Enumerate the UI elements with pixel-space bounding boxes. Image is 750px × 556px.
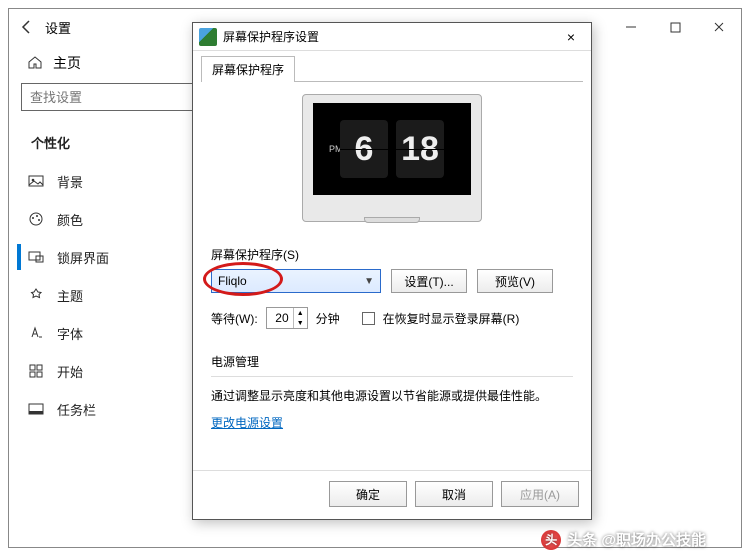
taskbar-icon bbox=[27, 400, 45, 418]
ok-button[interactable]: 确定 bbox=[329, 481, 407, 507]
palette-icon bbox=[27, 210, 45, 228]
start-icon bbox=[27, 362, 45, 380]
sidebar-item-label: 任务栏 bbox=[57, 400, 96, 419]
saver-preview-button[interactable]: 预览(V) bbox=[477, 269, 553, 293]
saver-combo-value: Fliqlo bbox=[218, 274, 247, 288]
power-settings-link[interactable]: 更改电源设置 bbox=[211, 414, 283, 431]
cancel-button[interactable]: 取消 bbox=[415, 481, 493, 507]
sidebar-item-label: 颜色 bbox=[57, 210, 83, 229]
resume-label: 在恢复时显示登录屏幕(R) bbox=[383, 310, 520, 327]
monitor-preview: PM 6 18 bbox=[302, 94, 482, 222]
close-button[interactable] bbox=[697, 9, 741, 45]
dialog-app-icon bbox=[199, 28, 217, 46]
font-icon bbox=[27, 324, 45, 342]
chevron-down-icon: ▼ bbox=[364, 276, 374, 287]
power-group: 电源管理 通过调整显示亮度和其他电源设置以节省能源或提供最佳性能。 更改电源设置 bbox=[211, 347, 573, 431]
saver-combobox[interactable]: Fliqlo ▼ bbox=[211, 269, 381, 293]
close-icon bbox=[713, 21, 725, 33]
power-title: 电源管理 bbox=[211, 353, 573, 370]
saver-group: 屏幕保护程序(S) Fliqlo ▼ 设置(T)... 预览(V) 等待(W):… bbox=[211, 246, 573, 329]
minimize-icon bbox=[625, 21, 637, 33]
saver-group-label: 屏幕保护程序(S) bbox=[211, 246, 573, 263]
dialog-titlebar: 屏幕保护程序设置 × bbox=[193, 23, 591, 51]
saver-settings-button[interactable]: 设置(T)... bbox=[391, 269, 467, 293]
home-icon bbox=[27, 54, 43, 73]
back-button[interactable] bbox=[9, 9, 45, 45]
watermark-icon: 头 bbox=[541, 530, 561, 550]
chevron-down-icon: ▼ bbox=[294, 318, 307, 328]
sidebar-item-label: 背景 bbox=[57, 172, 83, 191]
lockscreen-icon bbox=[27, 248, 45, 266]
home-label: 主页 bbox=[53, 53, 81, 73]
separator bbox=[211, 376, 573, 377]
arrow-left-icon bbox=[19, 19, 35, 35]
screensaver-dialog: 屏幕保护程序设置 × 屏幕保护程序 PM 6 18 屏幕保护程序(S) Fliq… bbox=[192, 22, 592, 520]
watermark: 头 头条 @职场办公技能 bbox=[541, 529, 706, 550]
tab-body: PM 6 18 屏幕保护程序(S) Fliqlo ▼ 设置(T)... 预览(V… bbox=[201, 81, 583, 470]
maximize-button[interactable] bbox=[653, 9, 697, 45]
saver-row: Fliqlo ▼ 设置(T)... 预览(V) bbox=[211, 269, 573, 293]
window-title: 设置 bbox=[45, 18, 71, 37]
window-controls bbox=[609, 9, 741, 45]
saver-combo-wrap: Fliqlo ▼ bbox=[211, 269, 381, 293]
wait-label: 等待(W): bbox=[211, 310, 258, 327]
wait-unit: 分钟 bbox=[316, 310, 340, 327]
wait-row: 等待(W): 20 ▲▼ 分钟 在恢复时显示登录屏幕(R) bbox=[211, 307, 573, 329]
wait-spinner[interactable]: 20 ▲▼ bbox=[266, 307, 308, 329]
chevron-up-icon: ▲ bbox=[294, 308, 307, 318]
maximize-icon bbox=[670, 22, 681, 33]
dialog-title: 屏幕保护程序设置 bbox=[223, 28, 319, 45]
monitor-stand bbox=[364, 217, 420, 223]
image-icon bbox=[27, 172, 45, 190]
spinner-arrows[interactable]: ▲▼ bbox=[293, 308, 307, 328]
flip-minute: 18 bbox=[396, 120, 444, 178]
power-text: 通过调整显示亮度和其他电源设置以节省能源或提供最佳性能。 bbox=[211, 387, 573, 404]
flip-hour: 6 bbox=[340, 120, 388, 178]
dialog-buttons: 确定 取消 应用(A) bbox=[193, 470, 591, 519]
tab-screensaver[interactable]: 屏幕保护程序 bbox=[201, 56, 295, 82]
apply-button[interactable]: 应用(A) bbox=[501, 481, 579, 507]
sidebar-item-label: 字体 bbox=[57, 324, 83, 343]
minimize-button[interactable] bbox=[609, 9, 653, 45]
sidebar-item-label: 锁屏界面 bbox=[57, 248, 109, 267]
sidebar-item-label: 主题 bbox=[57, 286, 83, 305]
watermark-text: 头条 @职场办公技能 bbox=[567, 529, 706, 550]
preview-screen: PM 6 18 bbox=[313, 103, 471, 195]
sidebar-item-label: 开始 bbox=[57, 362, 83, 381]
theme-icon bbox=[27, 286, 45, 304]
dialog-close-button[interactable]: × bbox=[557, 26, 585, 48]
tabbar: 屏幕保护程序 bbox=[193, 51, 591, 81]
wait-value: 20 bbox=[267, 308, 293, 328]
resume-checkbox[interactable] bbox=[362, 312, 375, 325]
